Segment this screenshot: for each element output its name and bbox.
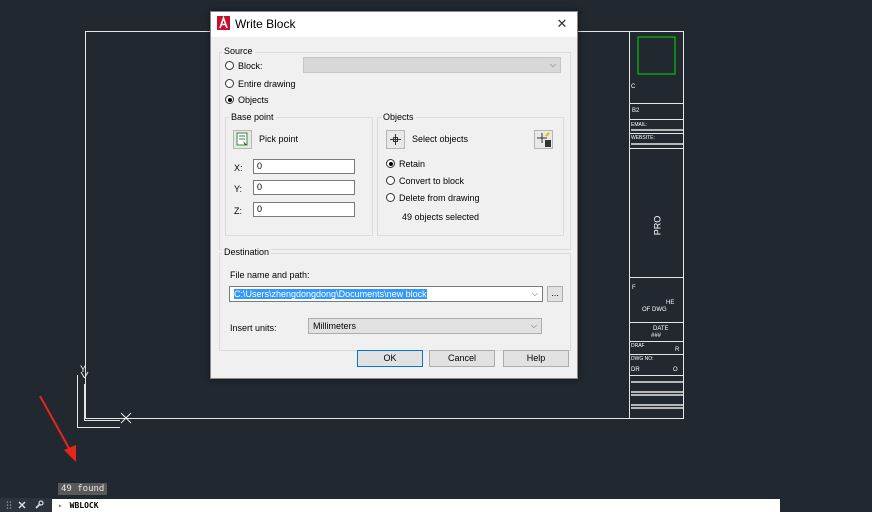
objects-radio[interactable] bbox=[225, 95, 234, 104]
command-input[interactable]: ▸ WBLOCK bbox=[52, 499, 780, 512]
dialog-titlebar[interactable]: Write Block ✕ bbox=[211, 12, 577, 37]
command-line-toolbar bbox=[0, 498, 52, 512]
file-name-label: File name and path: bbox=[230, 270, 310, 280]
pick-point-icon bbox=[236, 132, 248, 146]
command-prompt-icon: ▸ bbox=[58, 501, 63, 510]
pick-point-label[interactable]: Pick point bbox=[259, 134, 298, 144]
delete-from-drawing-label[interactable]: Delete from drawing bbox=[399, 193, 480, 203]
title-block-text: F bbox=[632, 285, 636, 291]
retain-radio[interactable] bbox=[386, 159, 395, 168]
destination-group bbox=[219, 253, 571, 351]
title-block-text: C bbox=[631, 84, 636, 90]
quick-select-button[interactable] bbox=[534, 130, 553, 149]
wrench-icon[interactable] bbox=[34, 500, 44, 510]
grip-icon bbox=[6, 501, 12, 509]
base-point-label: Base point bbox=[229, 112, 276, 122]
z-label: Z: bbox=[234, 206, 242, 216]
command-text: WBLOCK bbox=[69, 501, 99, 510]
y-input[interactable]: 0 bbox=[253, 180, 355, 195]
title-block-text: EMAIL: bbox=[631, 122, 648, 128]
command-line: ▸ WBLOCK bbox=[0, 498, 872, 512]
select-objects-label[interactable]: Select objects bbox=[412, 134, 468, 144]
objects-radio-label[interactable]: Objects bbox=[238, 95, 269, 105]
block-radio[interactable] bbox=[225, 61, 234, 70]
close-icon: ✕ bbox=[556, 16, 568, 31]
title-block-text: WEBSITE: bbox=[631, 135, 655, 141]
cancel-button[interactable]: Cancel bbox=[429, 350, 495, 367]
annotation-arrow bbox=[39, 395, 76, 462]
title-block-text: PRO bbox=[652, 215, 663, 236]
insert-units-select[interactable]: Millimeters ⌵ bbox=[308, 318, 542, 334]
destination-label: Destination bbox=[222, 247, 272, 257]
title-block-text: OF DWG bbox=[642, 307, 667, 313]
entire-drawing-label[interactable]: Entire drawing bbox=[238, 79, 296, 89]
chevron-down-icon: ⌵ bbox=[530, 321, 537, 330]
x-input[interactable]: 0 bbox=[253, 159, 355, 174]
select-objects-icon bbox=[390, 134, 401, 145]
title-block-text: ### bbox=[651, 333, 662, 339]
title-block-text: DRAF bbox=[631, 343, 645, 349]
insert-units-value: Millimeters bbox=[313, 321, 357, 331]
convert-to-block-label[interactable]: Convert to block bbox=[399, 176, 464, 186]
title-block-logo-box bbox=[637, 36, 676, 75]
chevron-down-icon: ⌵ bbox=[549, 60, 556, 69]
z-input[interactable]: 0 bbox=[253, 202, 355, 217]
help-button[interactable]: Help bbox=[503, 350, 569, 367]
convert-to-block-radio[interactable] bbox=[386, 176, 395, 185]
title-block-text: O bbox=[673, 367, 678, 373]
select-objects-button[interactable] bbox=[386, 130, 405, 149]
close-button[interactable]: ✕ bbox=[547, 12, 577, 37]
quick-select-icon bbox=[537, 132, 551, 147]
write-block-dialog: Write Block ✕ Source Block: ⌵ Entire dra… bbox=[210, 11, 578, 379]
source-label: Source bbox=[222, 46, 255, 56]
delete-from-drawing-radio[interactable] bbox=[386, 193, 395, 202]
close-icon[interactable] bbox=[17, 500, 27, 510]
file-path-combo[interactable]: C:\Users\zhengdongdong\Documents\new blo… bbox=[229, 286, 543, 302]
title-block-text: DATE bbox=[653, 326, 669, 332]
insert-units-label: Insert units: bbox=[230, 323, 277, 333]
ok-button[interactable]: OK bbox=[357, 350, 423, 367]
title-block-text: DR bbox=[631, 367, 640, 373]
block-select[interactable]: ⌵ bbox=[303, 57, 561, 73]
objects-selected-count: 49 objects selected bbox=[402, 212, 480, 222]
dialog-title: Write Block bbox=[235, 17, 296, 31]
title-block-text: R bbox=[675, 347, 680, 353]
y-label: Y: bbox=[234, 184, 243, 194]
block-radio-label[interactable]: Block: bbox=[238, 61, 263, 71]
title-block-text: DWG NO: bbox=[631, 356, 654, 362]
title-block-text: B2 bbox=[632, 108, 640, 114]
browse-button[interactable]: ... bbox=[547, 286, 563, 302]
chevron-down-icon: ⌵ bbox=[531, 289, 538, 298]
entire-drawing-radio[interactable] bbox=[225, 79, 234, 88]
retain-label[interactable]: Retain bbox=[399, 159, 425, 169]
found-count-tooltip: 49 found bbox=[58, 483, 108, 495]
title-block-text: HE bbox=[666, 300, 675, 306]
file-path-value[interactable]: C:\Users\zhengdongdong\Documents\new blo… bbox=[234, 289, 427, 299]
pick-point-button[interactable] bbox=[233, 130, 252, 149]
autocad-a-icon bbox=[217, 16, 230, 30]
objects-group-label: Objects bbox=[381, 112, 416, 122]
ucs-y-label: Y bbox=[80, 364, 87, 374]
x-label: X: bbox=[234, 163, 243, 173]
